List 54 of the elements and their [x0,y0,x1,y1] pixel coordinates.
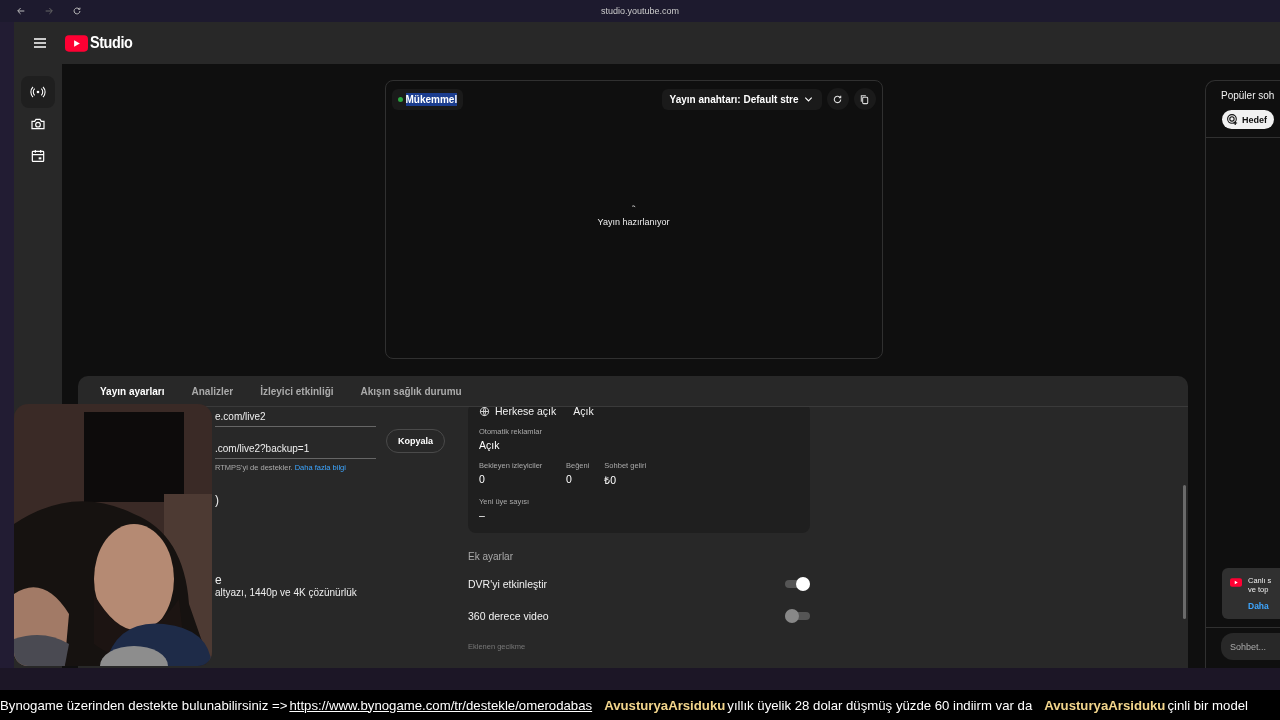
copy-icon [859,93,870,105]
setting-title: e [215,573,223,587]
visibility-value: Açık [573,407,594,417]
setting-title: ) [215,493,220,507]
reload-icon[interactable] [72,6,82,16]
toggle-switch[interactable] [785,608,810,623]
play-logo-icon [1230,578,1242,587]
play-logo-icon [65,34,88,52]
notice-link[interactable]: Daha [1248,601,1272,611]
loading-message: Yayın hazırlanıyor [597,216,670,227]
toggle-label: DVR'yi etkinleştir [468,577,548,590]
calendar-icon[interactable] [30,148,46,164]
ticker-link[interactable]: https://www.bynogame.com/tr/destekle/omerodabas [289,697,593,713]
field-value: Açık [479,439,501,451]
stat-value: 0 [479,473,486,485]
target-plus-icon [1226,113,1239,126]
ticker-text: yıllık üyelik 28 dolar düşmüş yüzde 60 indiirm var da [727,697,1033,713]
sidebar-item[interactable] [21,76,55,108]
stat-value: – [479,509,486,521]
refresh-button[interactable] [826,88,849,110]
panel-title: Popüler soh [1220,89,1276,101]
stat-value: 0 [566,473,573,485]
goal-chip[interactable]: Hedef [1222,110,1274,129]
copy-button[interactable]: Kopyala [386,429,445,453]
tab[interactable]: İzleyici etkinliği [260,381,347,401]
visibility-label: Herkese açık [495,407,557,417]
scrollbar[interactable] [1182,485,1186,619]
tab[interactable]: Analizler [191,381,247,401]
globe-icon [479,407,490,417]
stream-key-dropdown[interactable]: Yayın anahtarı: Default stre [661,88,822,110]
logo-text: Studio [90,33,133,53]
status-dot [397,96,403,102]
setting-description: altyazı, 1440p ve 4K çözünürlük [215,587,358,598]
back-icon[interactable] [16,6,26,16]
ticker-text: çinli bir model [1167,697,1248,713]
url-field[interactable]: .com/live2?backup=1 [215,439,376,459]
stat-value: ₺0 [604,473,618,487]
ticker-text: Bynogame üzerinden destekte bulunabilirsiniz => [0,697,288,713]
url-field[interactable]: e.com/live2 [215,407,376,427]
tab[interactable]: Akışın sağlık durumu [360,381,475,401]
chat-input[interactable]: Sohbet... [1221,633,1280,660]
toggle-label: 360 derece video [468,609,549,622]
ticker-username: AvusturyaArsiduku [604,697,726,713]
address-bar[interactable]: studio.youtube.com [600,6,679,16]
toggle-switch[interactable] [785,576,810,591]
status-text: Mükemmel [405,92,458,106]
menu-icon[interactable] [32,35,48,51]
camera-icon[interactable] [30,116,46,132]
broadcast-icon [30,84,46,100]
ticker-username: AvusturyaArsiduku [1044,697,1166,713]
refresh-icon [832,93,843,105]
copy-button[interactable] [853,88,876,110]
section-title: Ek ayarlar [468,551,514,562]
tab[interactable]: Yayın ayarları [100,381,178,401]
